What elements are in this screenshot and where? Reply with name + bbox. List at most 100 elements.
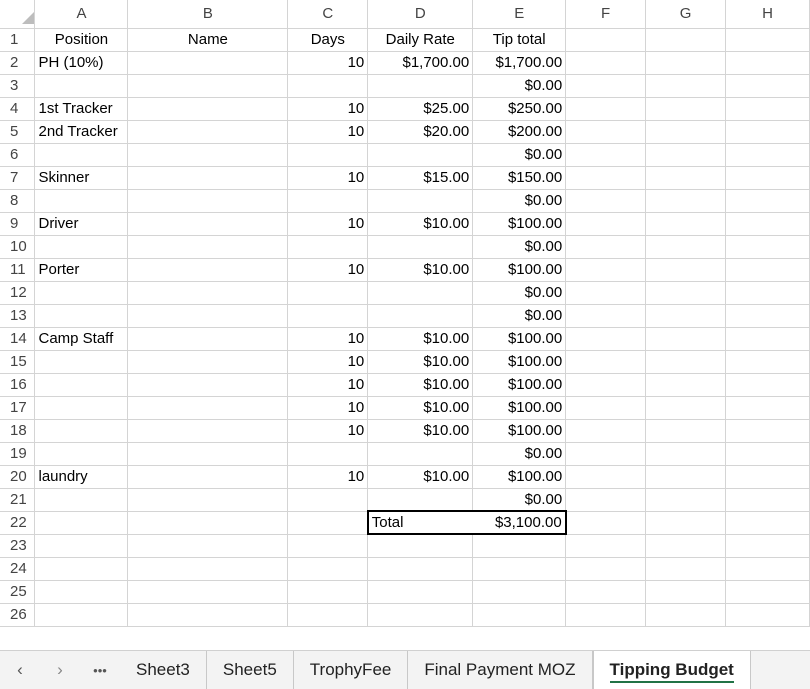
cell-daily-rate[interactable]: $10.00 bbox=[367, 418, 474, 443]
cell[interactable] bbox=[725, 510, 810, 535]
cell[interactable] bbox=[472, 579, 567, 604]
cell[interactable] bbox=[725, 303, 810, 328]
cell[interactable] bbox=[565, 556, 647, 581]
cell[interactable] bbox=[472, 533, 567, 558]
cell-name[interactable] bbox=[127, 418, 289, 443]
cell-daily-rate[interactable] bbox=[367, 188, 474, 213]
cell-days[interactable]: 10 bbox=[287, 211, 369, 236]
cell-position[interactable]: laundry bbox=[34, 464, 129, 489]
cell[interactable] bbox=[565, 441, 647, 466]
more-sheets-icon[interactable]: ••• bbox=[80, 651, 120, 689]
cell[interactable] bbox=[645, 280, 727, 305]
cell[interactable] bbox=[645, 165, 727, 190]
cell[interactable] bbox=[645, 303, 727, 328]
cell[interactable] bbox=[127, 556, 289, 581]
cell-position[interactable] bbox=[34, 142, 129, 167]
row-header[interactable]: 16 bbox=[0, 372, 36, 397]
cell-name[interactable] bbox=[127, 119, 289, 144]
cell[interactable] bbox=[725, 533, 810, 558]
cell[interactable] bbox=[565, 487, 647, 512]
cell[interactable] bbox=[645, 326, 727, 351]
cell-position[interactable]: 2nd Tracker bbox=[34, 119, 129, 144]
cell[interactable] bbox=[645, 602, 727, 627]
cell-tip-total[interactable]: $200.00 bbox=[472, 119, 567, 144]
tab-trophyfee[interactable]: TrophyFee bbox=[294, 651, 409, 689]
cell-tip-total[interactable]: $250.00 bbox=[472, 96, 567, 121]
cell-days[interactable] bbox=[287, 73, 369, 98]
cell[interactable] bbox=[645, 441, 727, 466]
cell[interactable] bbox=[565, 372, 647, 397]
row-header[interactable]: 17 bbox=[0, 395, 36, 420]
cell-daily-rate[interactable] bbox=[367, 280, 474, 305]
cell-name[interactable] bbox=[127, 441, 289, 466]
cell-position[interactable]: Driver bbox=[34, 211, 129, 236]
cell[interactable] bbox=[565, 533, 647, 558]
cell-daily-rate[interactable] bbox=[367, 487, 474, 512]
cell[interactable] bbox=[565, 602, 647, 627]
cell-days[interactable]: 10 bbox=[287, 395, 369, 420]
cell-days[interactable]: 10 bbox=[287, 50, 369, 75]
cell[interactable] bbox=[645, 510, 727, 535]
row-header[interactable]: 13 bbox=[0, 303, 36, 328]
cell[interactable] bbox=[565, 96, 647, 121]
cell[interactable] bbox=[565, 464, 647, 489]
cell-daily-rate[interactable]: $10.00 bbox=[367, 211, 474, 236]
cell-daily-rate-header[interactable]: Daily Rate bbox=[367, 27, 474, 52]
cell[interactable] bbox=[645, 96, 727, 121]
cell[interactable] bbox=[725, 579, 810, 604]
column-header-e[interactable]: E bbox=[472, 0, 567, 29]
cell[interactable] bbox=[565, 142, 647, 167]
cell-name[interactable] bbox=[127, 326, 289, 351]
cell[interactable] bbox=[565, 579, 647, 604]
row-header[interactable]: 21 bbox=[0, 487, 36, 512]
cell[interactable] bbox=[34, 510, 129, 535]
cell[interactable] bbox=[565, 349, 647, 374]
tab-final-payment-moz[interactable]: Final Payment MOZ bbox=[408, 651, 593, 689]
cell[interactable] bbox=[287, 602, 369, 627]
tab-sheet3[interactable]: Sheet3 bbox=[120, 651, 207, 689]
column-header-a[interactable]: A bbox=[34, 0, 129, 29]
cell[interactable] bbox=[645, 119, 727, 144]
cell[interactable] bbox=[367, 602, 474, 627]
cell[interactable] bbox=[645, 395, 727, 420]
cell[interactable] bbox=[645, 349, 727, 374]
cell[interactable] bbox=[565, 326, 647, 351]
column-header-d[interactable]: D bbox=[367, 0, 474, 29]
cell-name[interactable] bbox=[127, 50, 289, 75]
cell[interactable] bbox=[645, 579, 727, 604]
cell[interactable] bbox=[725, 418, 810, 443]
cell-name[interactable] bbox=[127, 487, 289, 512]
spreadsheet-grid[interactable]: A B C D E F G H 1 Position Name Days Dai… bbox=[0, 0, 810, 650]
cell-daily-rate[interactable]: $20.00 bbox=[367, 119, 474, 144]
row-header[interactable]: 26 bbox=[0, 602, 36, 627]
cell[interactable] bbox=[127, 510, 289, 535]
cell[interactable] bbox=[645, 234, 727, 259]
cell-name[interactable] bbox=[127, 349, 289, 374]
cell-tip-total[interactable]: $100.00 bbox=[472, 326, 567, 351]
column-header-f[interactable]: F bbox=[565, 0, 647, 29]
cell-position[interactable] bbox=[34, 188, 129, 213]
prev-sheet-icon[interactable]: ‹ bbox=[0, 651, 40, 689]
column-header-h[interactable]: H bbox=[725, 0, 810, 29]
cell[interactable] bbox=[367, 556, 474, 581]
cell-tip-total[interactable]: $100.00 bbox=[472, 464, 567, 489]
cell[interactable] bbox=[725, 441, 810, 466]
cell-position[interactable]: PH (10%) bbox=[34, 50, 129, 75]
cell[interactable] bbox=[565, 280, 647, 305]
cell[interactable] bbox=[472, 602, 567, 627]
cell-tip-total[interactable]: $100.00 bbox=[472, 349, 567, 374]
cell[interactable] bbox=[127, 533, 289, 558]
cell[interactable] bbox=[34, 602, 129, 627]
column-header-c[interactable]: C bbox=[287, 0, 369, 29]
cell[interactable] bbox=[565, 418, 647, 443]
cell-days[interactable]: 10 bbox=[287, 418, 369, 443]
row-header[interactable]: 6 bbox=[0, 142, 36, 167]
select-all-corner-icon[interactable] bbox=[22, 12, 34, 24]
cell-tip-total[interactable]: $0.00 bbox=[472, 487, 567, 512]
cell-name[interactable] bbox=[127, 142, 289, 167]
cell-position[interactable] bbox=[34, 234, 129, 259]
cell[interactable] bbox=[645, 487, 727, 512]
cell-position[interactable] bbox=[34, 395, 129, 420]
cell[interactable] bbox=[34, 579, 129, 604]
cell-name[interactable] bbox=[127, 464, 289, 489]
